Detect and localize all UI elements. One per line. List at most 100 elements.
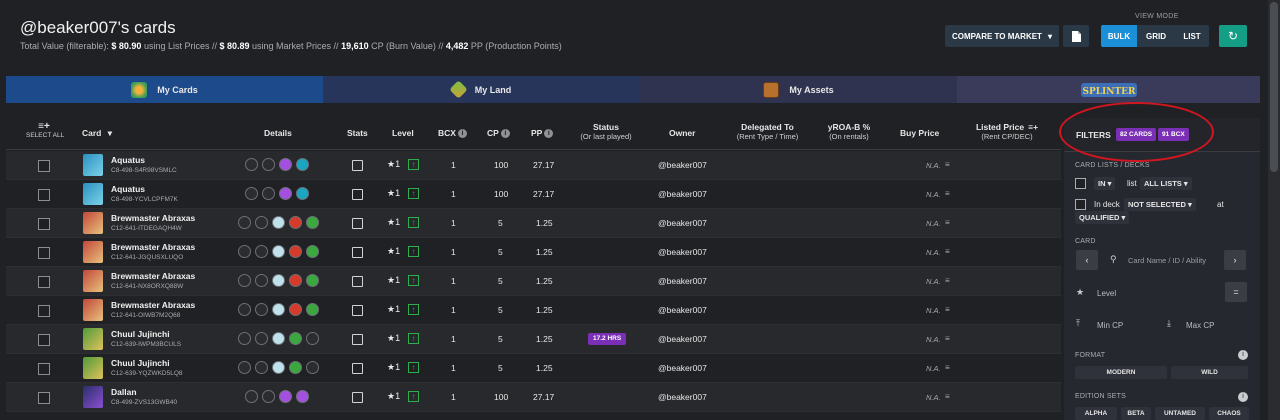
row-checkbox[interactable] [38,160,50,172]
tab-my-cards[interactable]: My Cards [6,76,323,103]
refresh-button[interactable]: ↻ [1219,25,1247,47]
stats-icon[interactable] [352,363,363,374]
select-all-control[interactable]: ≡+ SELECT ALL [26,121,64,139]
owner-value[interactable]: @beaker007 [658,392,707,402]
row-checkbox[interactable] [38,392,50,404]
info-icon[interactable]: i [544,129,554,139]
edition-untamed-button[interactable]: UNTAMED [1155,407,1205,420]
owner-value[interactable]: @beaker007 [658,305,707,315]
stats-icon[interactable] [352,334,363,345]
table-row[interactable]: Chuul Jujinchi C12-639-IWPM3BCULS ★1 ↑ 1… [6,325,1061,354]
owner-value[interactable]: @beaker007 [658,218,707,228]
qualified-dropdown[interactable]: QUALIFIED ▾ [1075,211,1130,224]
level-filter-input[interactable]: Level [1097,289,1116,298]
card-name[interactable]: Chuul Jujinchi [111,358,170,368]
prev-button[interactable]: ‹ [1076,250,1098,270]
level-operator-button[interactable]: = [1225,282,1247,302]
card-thumbnail[interactable] [83,357,103,379]
stats-icon[interactable] [352,189,363,200]
level-up-icon[interactable]: ↑ [408,188,419,199]
bcx-header[interactable]: BCX i [438,128,467,139]
view-mode-grid[interactable]: GRID [1137,25,1175,47]
card-thumbnail[interactable] [83,270,103,292]
list-icon[interactable]: ≡ [945,218,950,227]
level-up-icon[interactable]: ↑ [408,391,419,402]
table-row[interactable]: Brewmaster Abraxas C12-641-JGQUSXLUQO ★1… [6,238,1061,267]
deck-select-dropdown[interactable]: NOT SELECTED ▾ [1124,198,1196,211]
stats-icon[interactable] [352,218,363,229]
card-thumbnail[interactable] [83,386,103,408]
view-mode-list[interactable]: LIST [1175,25,1209,47]
level-up-icon[interactable]: ↑ [408,275,419,286]
level-up-icon[interactable]: ↑ [408,217,419,228]
list-icon[interactable]: ≡ [945,189,950,198]
card-sort-header[interactable]: Card ▾ [82,128,112,139]
owner-value[interactable]: @beaker007 [658,247,707,257]
table-row[interactable]: Brewmaster Abraxas C12-641-NX8ORXQ88W ★1… [6,267,1061,296]
card-name[interactable]: Aquatus [111,184,145,194]
card-name[interactable]: Brewmaster Abraxas [111,213,195,223]
owner-value[interactable]: @beaker007 [658,160,707,170]
list-icon[interactable]: ≡ [945,363,950,372]
table-row[interactable]: Brewmaster Abraxas C12-641-OIWB7M2Q68 ★1… [6,296,1061,325]
edition-beta-button[interactable]: BETA [1121,407,1151,420]
max-cp-input[interactable]: Max CP [1186,321,1214,330]
stats-icon[interactable] [352,392,363,403]
card-thumbnail[interactable] [83,212,103,234]
list-icon[interactable]: ≡ [945,305,950,314]
level-up-icon[interactable]: ↑ [408,333,419,344]
card-name[interactable]: Brewmaster Abraxas [111,271,195,281]
card-name[interactable]: Chuul Jujinchi [111,329,170,339]
card-thumbnail[interactable] [83,299,103,321]
table-row[interactable]: Aquatus C8-498-S4R98VSMLC ★1 ↑ 1 100 27.… [6,151,1061,180]
export-button[interactable] [1063,25,1089,47]
list-icon[interactable]: ≡ [945,392,950,401]
list-filter-checkbox[interactable] [1075,178,1086,189]
card-thumbnail[interactable] [83,183,103,205]
card-search-input[interactable]: ⚲ Card Name / ID / Ability [1100,250,1222,270]
level-up-icon[interactable]: ↑ [408,246,419,257]
stats-icon[interactable] [352,276,363,287]
card-thumbnail[interactable] [83,154,103,176]
level-up-icon[interactable]: ↑ [408,362,419,373]
deck-filter-checkbox[interactable] [1075,199,1086,210]
in-dropdown[interactable]: IN ▾ [1094,177,1116,190]
edition-alpha-button[interactable]: ALPHA [1075,407,1117,420]
view-mode-bulk[interactable]: BULK [1101,25,1137,47]
scrollbar-thumb[interactable] [1270,2,1278,172]
table-row[interactable]: Dallan C8-499-ZVS13GWB40 ★1 ↑ 1 100 27.1… [6,383,1061,412]
stats-icon[interactable] [352,247,363,258]
row-checkbox[interactable] [38,276,50,288]
row-checkbox[interactable] [38,363,50,375]
card-name[interactable]: Brewmaster Abraxas [111,300,195,310]
format-modern-button[interactable]: MODERN [1075,366,1167,379]
row-checkbox[interactable] [38,334,50,346]
edition-chaos-button[interactable]: CHAOS [1209,407,1249,420]
cp-header[interactable]: CP i [487,128,510,139]
tab-splinterlands-logo[interactable]: SPLINTER [957,76,1260,103]
list-icon[interactable]: ≡ [945,276,950,285]
row-checkbox[interactable] [38,305,50,317]
list-add-icon[interactable]: ≡+ [1028,122,1038,132]
level-up-icon[interactable]: ↑ [408,159,419,170]
table-row[interactable]: Brewmaster Abraxas C12-641-ITDEGAQH4W ★1… [6,209,1061,238]
owner-value[interactable]: @beaker007 [658,189,707,199]
card-name[interactable]: Brewmaster Abraxas [111,242,195,252]
stats-icon[interactable] [352,160,363,171]
card-thumbnail[interactable] [83,328,103,350]
card-thumbnail[interactable] [83,241,103,263]
level-up-icon[interactable]: ↑ [408,304,419,315]
min-cp-input[interactable]: Min CP [1097,321,1123,330]
info-icon[interactable]: i [457,129,467,139]
owner-value[interactable]: @beaker007 [658,363,707,373]
info-icon[interactable]: i [500,129,510,139]
row-checkbox[interactable] [38,189,50,201]
info-icon[interactable]: i [1238,350,1248,360]
info-icon[interactable]: i [1238,392,1248,402]
table-row[interactable]: Aquatus C8-498-YCVLCPFM7K ★1 ↑ 1 100 27.… [6,180,1061,209]
pp-header[interactable]: PP i [531,128,554,139]
format-wild-button[interactable]: WILD [1171,366,1248,379]
card-name[interactable]: Dallan [111,387,137,397]
list-icon[interactable]: ≡ [945,247,950,256]
row-checkbox[interactable] [38,218,50,230]
